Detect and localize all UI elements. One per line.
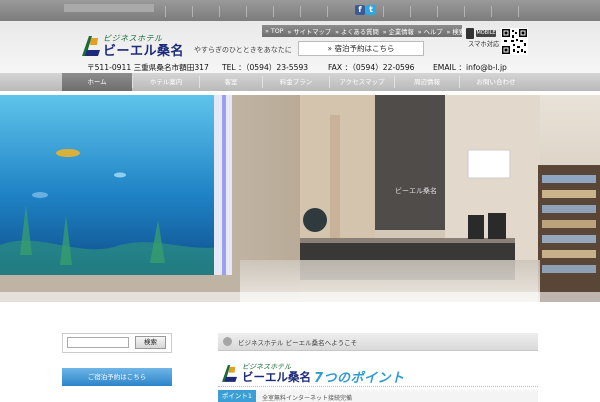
twitter-icon[interactable]: t [366,5,376,15]
nav-item-area[interactable]: 周辺情報 [395,73,459,91]
email[interactable]: EMAIL ：info@b-l.jp [433,62,507,73]
toplink-faq[interactable]: » よくある質問 [335,27,379,36]
mobile-label: スマホ対応 [468,41,500,48]
logo-mark-icon [222,365,237,382]
divider [383,6,384,17]
bullet-icon [223,337,232,346]
logo-mark-icon [82,36,100,56]
toplink-sitemap[interactable]: » サイトマップ [287,27,331,36]
facebook-icon[interactable]: f [355,5,365,15]
qr-code-icon[interactable] [501,28,528,55]
divider [327,6,328,17]
reservation-button[interactable]: » 宿泊予約はこちら [298,41,424,56]
mobile-badge: MOBILE [476,30,496,37]
top-strip: f t [0,0,600,21]
search-button[interactable]: 検索 [135,336,166,349]
main-nav: ホーム ホテル案内 客室 料金プラン アクセスマップ 周辺情報 お問い合わせ [0,73,600,91]
nav-item-home[interactable]: ホーム [62,73,132,91]
hero-sign-text: ビーエル桑名 [395,186,437,195]
divider [300,6,301,17]
hero-image: ビーエル桑名 [0,95,600,302]
point-text: 全室無料インターネット接続完備 [262,395,353,402]
divider [165,6,166,17]
points-headline: 7つのポイント [314,371,405,386]
top-links: » TOP » サイトマップ » よくある質問 » 企業情報 » ヘルプ » 検… [262,25,465,37]
toplink-search[interactable]: » 検索 [447,27,465,36]
tel: TEL ：（0594）23-5593 [222,63,309,72]
phone-icon [466,28,474,39]
fax: FAX ：（0594）22-0596 [328,63,415,72]
divider [192,6,193,17]
nav-item-plans[interactable]: 料金プラン [263,73,329,91]
point-badge: ポイント1 [218,390,256,402]
points-logo-title: ビーエル桑名 [242,370,311,384]
section-title: ビジネスホテル ビーエル桑名へようこそ [238,339,358,347]
point-row: ポイント1 全室無料インターネット接続完備 [218,390,538,402]
top-strip-faint-text [64,4,154,12]
nav-item-rooms[interactable]: 客室 [200,73,262,91]
nav-item-access[interactable]: アクセスマップ [330,73,394,91]
divider [437,6,438,17]
nav-item-contact[interactable]: お問い合わせ [460,73,532,91]
divider [491,6,492,17]
divider [273,6,274,17]
address: 〒511-0911 三重県桑名市額田317 [87,63,209,72]
section-header: ビジネスホテル ビーエル桑名へようこそ [218,333,538,351]
logo-title[interactable]: ビーエル桑名 [103,40,184,59]
toplink-company[interactable]: » 企業情報 [383,27,414,36]
points-banner: ビジネスホテル ビーエル桑名 7つのポイント [218,361,538,387]
reservation-banner-button[interactable]: ご宿泊予約はこちら [62,368,172,386]
toplink-top[interactable]: » TOP [265,28,283,35]
tagline: やすらぎのひとときをあなたに [194,46,292,54]
search-input[interactable] [67,337,129,348]
divider [518,6,519,17]
toplink-help[interactable]: » ヘルプ [418,27,443,36]
divider [219,6,220,17]
nav-item-hotel[interactable]: ホテル案内 [133,73,199,91]
divider [464,6,465,17]
divider [246,6,247,17]
divider [410,6,411,17]
